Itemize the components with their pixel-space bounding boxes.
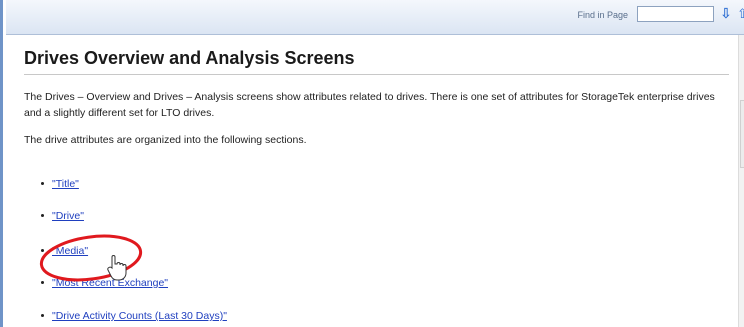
link-media[interactable]: "Media" xyxy=(52,245,88,257)
list-item: "Drive" xyxy=(41,209,84,223)
bullet xyxy=(41,213,44,217)
list-item: "Title" xyxy=(41,177,79,191)
bullet xyxy=(41,280,44,284)
help-window: Find in Page ⇩ ⇧ Drives Overview and Ana… xyxy=(0,0,744,327)
scrollbar-thumb[interactable] xyxy=(740,100,744,168)
list-item: "Drive Activity Counts (Last 30 Days)" xyxy=(41,309,227,323)
vertical-scrollbar[interactable] xyxy=(738,35,744,327)
bullet xyxy=(41,181,44,185)
intro-paragraph: The Drives – Overview and Drives – Analy… xyxy=(24,91,715,119)
arrow-up-icon[interactable]: ⇧ xyxy=(737,6,744,22)
find-in-page-input[interactable] xyxy=(637,6,714,22)
link-drive[interactable]: "Drive" xyxy=(52,210,84,222)
link-drive-activity-counts[interactable]: "Drive Activity Counts (Last 30 Days)" xyxy=(52,310,227,322)
link-most-recent-exchange[interactable]: "Most Recent Exchange" xyxy=(52,277,168,289)
title-divider xyxy=(24,74,729,75)
bullet xyxy=(41,248,44,252)
sections-intro-paragraph: The drive attributes are organized into … xyxy=(24,134,307,146)
find-toolbar xyxy=(6,0,744,35)
list-item: "Media" xyxy=(41,244,88,258)
arrow-down-icon[interactable]: ⇩ xyxy=(719,6,733,22)
bullet xyxy=(41,313,44,317)
page-title: Drives Overview and Analysis Screens xyxy=(24,48,355,68)
list-item: "Most Recent Exchange" xyxy=(41,276,168,290)
link-title[interactable]: "Title" xyxy=(52,178,79,190)
find-label: Find in Page xyxy=(577,10,628,20)
